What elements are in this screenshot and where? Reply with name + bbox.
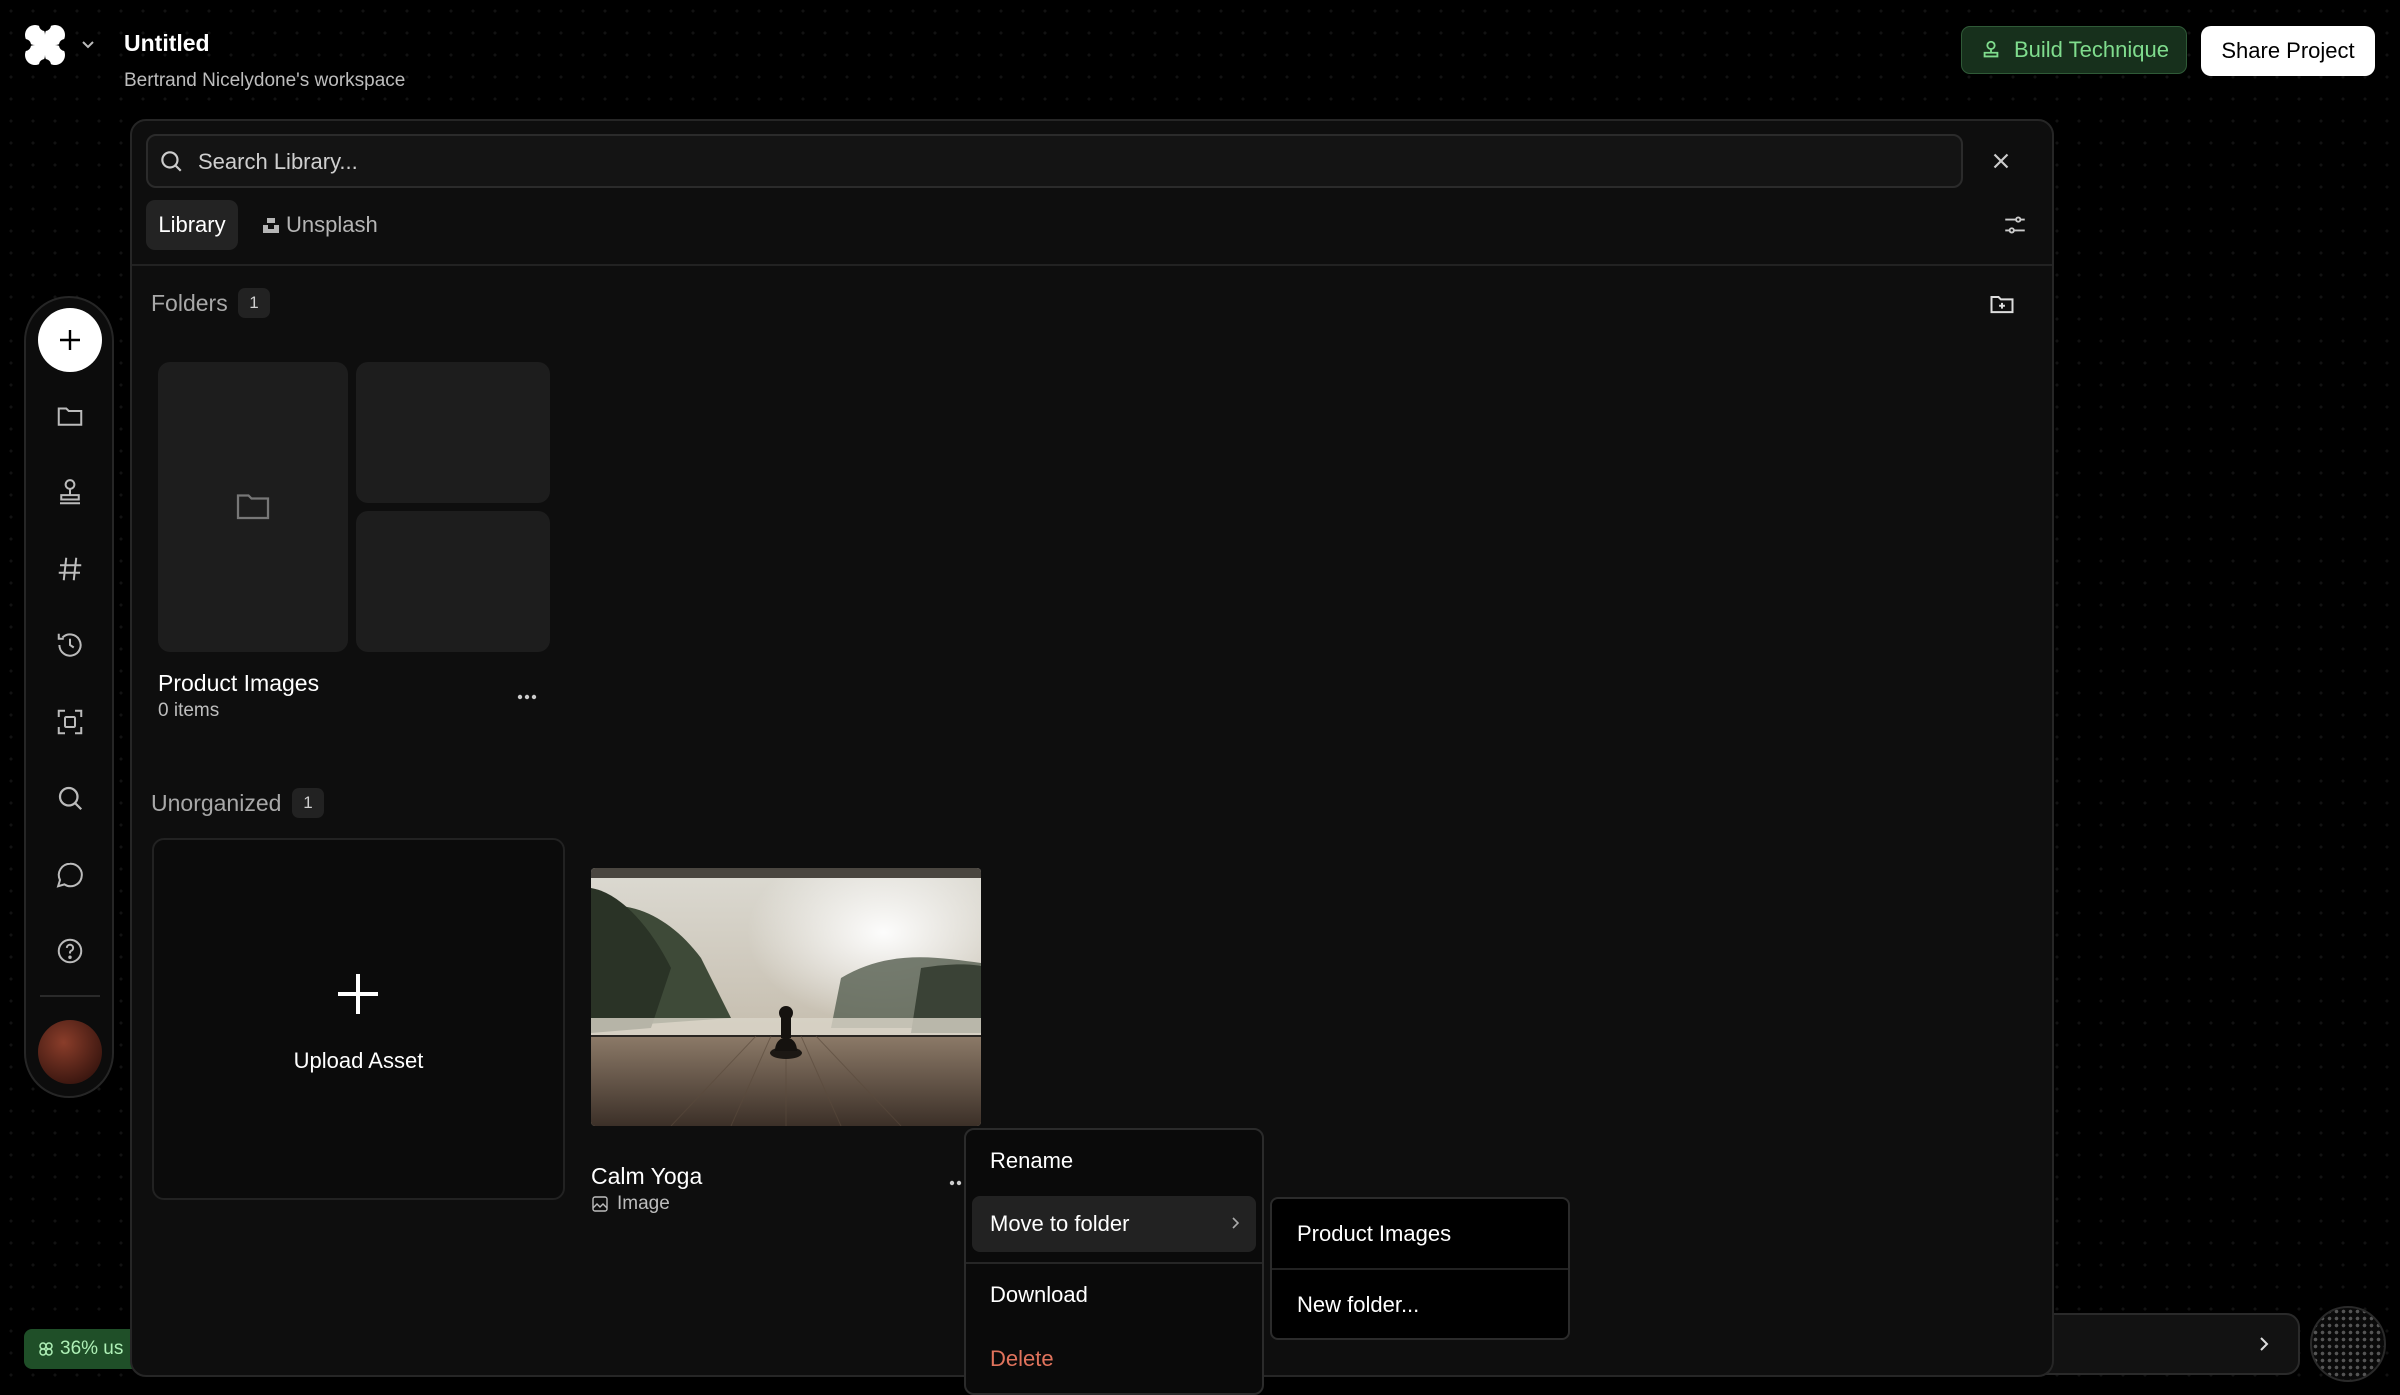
avatar[interactable]: [38, 1020, 102, 1084]
submenu-item-new-folder[interactable]: New folder...: [1297, 1292, 1419, 1318]
toolbar-divider: [40, 995, 100, 997]
build-technique-button[interactable]: Build Technique: [1961, 26, 2187, 74]
submenu-divider: [1272, 1268, 1568, 1270]
search-icon: [158, 148, 184, 174]
folder-item-count: 0 items: [158, 700, 220, 721]
modal-divider: [132, 264, 2052, 266]
chevron-right-icon[interactable]: [2252, 1332, 2276, 1356]
share-project-button[interactable]: Share Project: [2201, 26, 2375, 76]
folders-count-badge: 1: [238, 288, 270, 318]
submenu-item-product-images[interactable]: Product Images: [1297, 1221, 1451, 1247]
chat-icon[interactable]: [49, 854, 91, 896]
build-technique-label: Build Technique: [2014, 37, 2169, 62]
app-logo-icon[interactable]: [24, 24, 66, 66]
tab-unsplash-label: Unsplash: [286, 212, 378, 237]
upload-asset-button[interactable]: [152, 838, 565, 1200]
tab-unsplash[interactable]: Unsplash: [262, 200, 378, 250]
usage-badge[interactable]: 36% us: [24, 1329, 136, 1369]
menu-divider: [966, 1262, 1262, 1264]
folders-heading: Folders: [151, 290, 228, 316]
menu-item-delete[interactable]: Delete: [990, 1346, 1054, 1372]
unorganized-heading: Unorganized: [151, 790, 282, 816]
scan-icon[interactable]: [49, 701, 91, 743]
asset-type-label: Image: [617, 1193, 670, 1214]
workspace-name: Bertrand Nicelydone's workspace: [124, 70, 406, 91]
folder-icon[interactable]: [49, 395, 91, 437]
more-options-icon[interactable]: [512, 682, 542, 712]
usage-text: 36% us: [60, 1338, 124, 1359]
new-folder-icon[interactable]: [1988, 290, 2016, 318]
folder-icon: [235, 489, 271, 523]
chevron-right-icon: [1226, 1214, 1244, 1232]
folder-card-product-images[interactable]: [158, 362, 550, 652]
asset-name[interactable]: Calm Yoga: [591, 1163, 702, 1190]
filter-settings-icon[interactable]: [2002, 212, 2028, 238]
chevron-down-icon[interactable]: [78, 34, 98, 54]
project-title[interactable]: Untitled: [124, 30, 210, 57]
folder-name[interactable]: Product Images: [158, 670, 319, 697]
search-input[interactable]: [196, 140, 1940, 184]
gauge-icon: [38, 1341, 54, 1357]
close-icon[interactable]: [1988, 148, 2014, 174]
unsplash-icon: [262, 216, 280, 234]
search-icon[interactable]: [49, 777, 91, 819]
tab-library[interactable]: Library: [146, 200, 238, 250]
asset-type: Image: [591, 1193, 670, 1215]
history-icon[interactable]: [49, 624, 91, 666]
hash-icon[interactable]: [49, 548, 91, 590]
plus-icon: [60, 330, 80, 350]
plus-icon: [334, 970, 382, 1018]
stamp-icon: [1980, 39, 2002, 61]
help-icon[interactable]: [49, 930, 91, 972]
menu-item-rename[interactable]: Rename: [990, 1148, 1073, 1174]
stamp-icon[interactable]: [49, 471, 91, 513]
grid-menu-button[interactable]: [2310, 1306, 2386, 1382]
upload-asset-label: Upload Asset: [293, 1048, 424, 1073]
menu-item-download[interactable]: Download: [990, 1282, 1088, 1308]
folder-preview-top: [356, 362, 550, 503]
menu-item-move-to-folder-label: Move to folder: [990, 1211, 1130, 1236]
image-icon: [591, 1195, 609, 1213]
unorganized-count-badge: 1: [292, 788, 324, 818]
folder-preview-bottom: [356, 511, 550, 652]
add-button[interactable]: [38, 308, 102, 372]
asset-thumbnail[interactable]: [591, 868, 981, 1126]
